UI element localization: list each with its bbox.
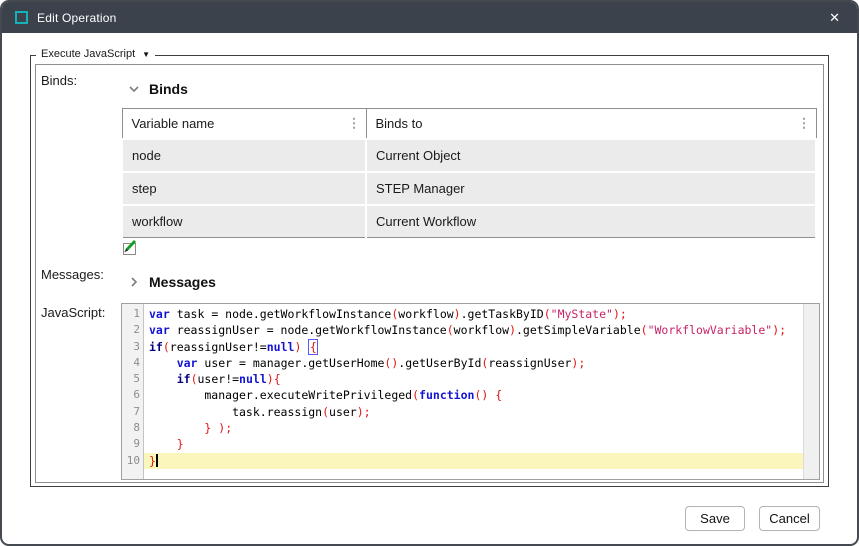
binds-label: Binds: [41, 73, 77, 88]
messages-section-title: Messages [149, 274, 216, 290]
line-numbers: 12345678910 [122, 304, 144, 479]
binds-table: Variable name ⋮ Binds to ⋮ nodeCurrent O… [121, 108, 817, 238]
table-cell[interactable]: STEP Manager [366, 172, 816, 205]
close-icon[interactable]: ✕ [825, 8, 844, 28]
table-cell[interactable]: Current Workflow [366, 205, 816, 238]
code-line: var reassignUser = node.getWorkflowInsta… [144, 322, 803, 338]
line-number: 6 [122, 387, 140, 403]
window-title: Edit Operation [37, 11, 117, 25]
code-line: } [144, 453, 803, 469]
javascript-editor[interactable]: 12345678910 var task = node.getWorkflowI… [121, 303, 820, 480]
column-header-binds-to[interactable]: Binds to ⋮ [366, 109, 816, 139]
chevron-down-icon: ▼ [142, 50, 150, 59]
table-row[interactable]: stepSTEP Manager [122, 172, 816, 205]
binds-section-toggle[interactable]: Binds [128, 81, 188, 97]
save-button[interactable]: Save [685, 506, 745, 531]
operation-type-dropdown[interactable]: Execute JavaScript ▼ [36, 48, 155, 60]
line-number: 9 [122, 436, 140, 452]
javascript-label: JavaScript: [41, 305, 105, 320]
binds-section-title: Binds [149, 81, 188, 97]
chevron-down-icon [128, 83, 140, 95]
line-number: 2 [122, 322, 140, 338]
line-number: 7 [122, 404, 140, 420]
code-line: } ); [144, 420, 803, 436]
cancel-button[interactable]: Cancel [759, 506, 820, 531]
column-header-variable-name[interactable]: Variable name ⋮ [122, 109, 366, 139]
code-line: var task = node.getWorkflowInstance(work… [144, 306, 803, 322]
line-number: 8 [122, 420, 140, 436]
code-line: if(user!=null){ [144, 371, 803, 387]
operation-fieldset: Execute JavaScript ▼ Binds: Binds Variab… [30, 55, 829, 487]
table-cell[interactable]: Current Object [366, 139, 816, 172]
code-area[interactable]: var task = node.getWorkflowInstance(work… [144, 304, 803, 479]
table-cell[interactable]: node [122, 139, 366, 172]
messages-section-toggle[interactable]: Messages [128, 274, 216, 290]
text-cursor [156, 454, 158, 467]
column-menu-icon[interactable]: ⋮ [348, 117, 361, 130]
line-number: 1 [122, 306, 140, 322]
operation-panel: Binds: Binds Variable name ⋮ B [35, 64, 824, 483]
editor-scrollbar[interactable] [803, 304, 819, 479]
line-number: 3 [122, 339, 140, 355]
binds-table-body: nodeCurrent ObjectstepSTEP Managerworkfl… [122, 139, 816, 238]
app-icon [15, 11, 28, 24]
edit-operation-dialog: Edit Operation ✕ Execute JavaScript ▼ Bi… [0, 0, 859, 546]
titlebar[interactable]: Edit Operation ✕ [2, 2, 857, 33]
code-line: if(reassignUser!=null) { [144, 339, 803, 355]
add-bind-icon[interactable] [121, 239, 139, 257]
column-menu-icon[interactable]: ⋮ [798, 117, 811, 130]
messages-label: Messages: [41, 267, 104, 282]
code-line: } [144, 436, 803, 452]
line-number: 5 [122, 371, 140, 387]
table-row[interactable]: nodeCurrent Object [122, 139, 816, 172]
line-number: 4 [122, 355, 140, 371]
line-number: 10 [122, 453, 140, 469]
table-row[interactable]: workflowCurrent Workflow [122, 205, 816, 238]
chevron-right-icon [128, 276, 140, 288]
code-line: manager.executeWritePrivileged(function(… [144, 387, 803, 403]
table-header-row: Variable name ⋮ Binds to ⋮ [122, 109, 816, 139]
table-cell[interactable]: step [122, 172, 366, 205]
code-line: task.reassign(user); [144, 404, 803, 420]
table-cell[interactable]: workflow [122, 205, 366, 238]
operation-type-label: Execute JavaScript [41, 48, 135, 60]
code-line: var user = manager.getUserHome().getUser… [144, 355, 803, 371]
